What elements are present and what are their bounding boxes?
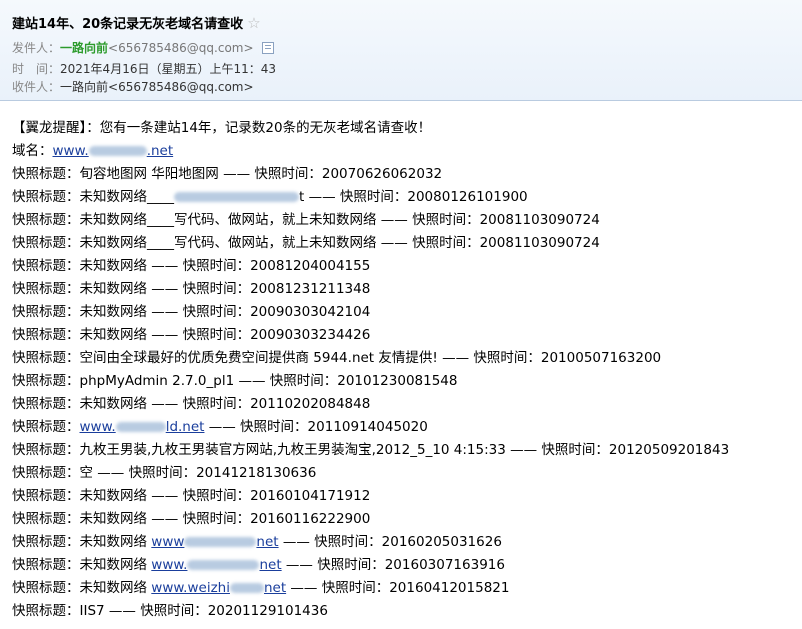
sender-address: <656785486@qq.com>	[108, 40, 254, 55]
time-value: 2021年4月16日（星期五）上午11：43	[60, 62, 276, 76]
snapshot-line: 快照标题：未知数网络 www net —— 快照时间：20160205031626	[12, 534, 502, 550]
snapshot-line: 快照标题：未知数网络 www.weizhi net —— 快照时间：2016041…	[12, 580, 510, 596]
redacted-blur	[187, 560, 260, 570]
snapshot-line: 快照标题：九枚王男装,九枚王男装官方网站,九枚王男装淘宝,2012_5_10 4…	[12, 442, 730, 458]
snapshot-line: 快照标题：未知数网络 —— 快照时间：20081231211348	[12, 281, 371, 297]
snapshot-line: 快照标题：未知数网络 —— 快照时间：20090303234426	[12, 327, 371, 343]
time-row: 时 间： 2021年4月16日（星期五）上午11：43	[12, 60, 276, 77]
email-body: 【翼龙提醒】：您有一条建站14年，记录数20条的无灰老域名请查收！ 域名：www…	[12, 117, 792, 623]
redacted-blur	[115, 422, 166, 432]
sender-name[interactable]: 一路向前	[60, 39, 108, 56]
snapshot-line: 快照标题：未知数网络 —— 快照时间：20090303042104	[12, 304, 371, 320]
intro-line: 【翼龙提醒】：您有一条建站14年，记录数20条的无灰老域名请查收！	[12, 120, 432, 136]
email-header: 建站14年、20条记录无灰老域名请查收 ☆ 发件人： 一路向前 <6567854…	[0, 0, 802, 101]
snapshot-link[interactable]: www net	[151, 534, 278, 550]
snapshot-line: 快照标题：空间由全球最好的优质免费空间提供商 5944.net 友情提供! ——…	[12, 350, 662, 366]
redacted-blur	[184, 537, 257, 547]
snapshot-line: 快照标题：未知数网络____ t —— 快照时间：20080126101900	[12, 189, 528, 205]
time-label: 时 间：	[12, 62, 61, 76]
domain-label: 域名：	[12, 143, 53, 159]
from-row: 发件人： 一路向前 <656785486@qq.com>	[12, 39, 274, 56]
snapshot-line: 快照标题：未知数网络 —— 快照时间：20160104171912	[12, 488, 371, 504]
snapshot-link[interactable]: www.weizhi net	[151, 580, 286, 596]
domain-line: 域名：www. .net	[12, 140, 792, 163]
recipient-address: <656785486@qq.com>	[108, 79, 254, 94]
to-label: 收件人：	[12, 80, 61, 94]
snapshot-link[interactable]: www. net	[151, 557, 281, 573]
subject-row: 建站14年、20条记录无灰老域名请查收 ☆	[12, 13, 261, 32]
snapshot-line: 快照标题：未知数网络____写代码、做网站，就上未知数网络 —— 快照时间：20…	[12, 212, 600, 228]
snapshot-line: 快照标题：www. ld.net —— 快照时间：20110914045020	[12, 419, 428, 435]
snapshot-line: 快照标题：未知数网络 —— 快照时间：20160116222900	[12, 511, 371, 527]
from-label: 发件人：	[12, 41, 61, 55]
snapshot-line: 快照标题：空 —— 快照时间：20141218130636	[12, 465, 317, 481]
to-row: 收件人： 一路向前 <656785486@qq.com>	[12, 78, 254, 95]
snapshot-line: 快照标题：旬容地图网 华阳地图网 —— 快照时间：20070626062032	[12, 166, 443, 182]
snapshot-line: 快照标题：phpMyAdmin 2.7.0_pl1 —— 快照时间：201012…	[12, 373, 458, 389]
recipient-name: 一路向前	[60, 80, 109, 94]
snapshot-line: 快照标题：未知数网络 —— 快照时间：20081204004155	[12, 258, 371, 274]
redacted-blur	[174, 192, 299, 202]
email-subject: 建站14年、20条记录无灰老域名请查收	[12, 17, 244, 32]
contact-card-icon[interactable]	[261, 41, 274, 54]
snapshot-line: 快照标题：未知数网络 www. net —— 快照时间：2016030716391…	[12, 557, 505, 573]
snapshot-line: 快照标题：IIS7 —— 快照时间：20201129101436	[12, 603, 328, 619]
star-icon[interactable]: ☆	[247, 15, 260, 30]
snapshot-link[interactable]: www. ld.net	[80, 419, 205, 435]
snapshot-line: 快照标题：未知数网络 —— 快照时间：20110202084848	[12, 396, 371, 412]
snapshot-line: 快照标题：未知数网络____写代码、做网站，就上未知数网络 —— 快照时间：20…	[12, 235, 600, 251]
redacted-blur	[229, 583, 264, 593]
redacted-blur	[88, 146, 147, 156]
domain-link[interactable]: www. .net	[53, 143, 174, 159]
